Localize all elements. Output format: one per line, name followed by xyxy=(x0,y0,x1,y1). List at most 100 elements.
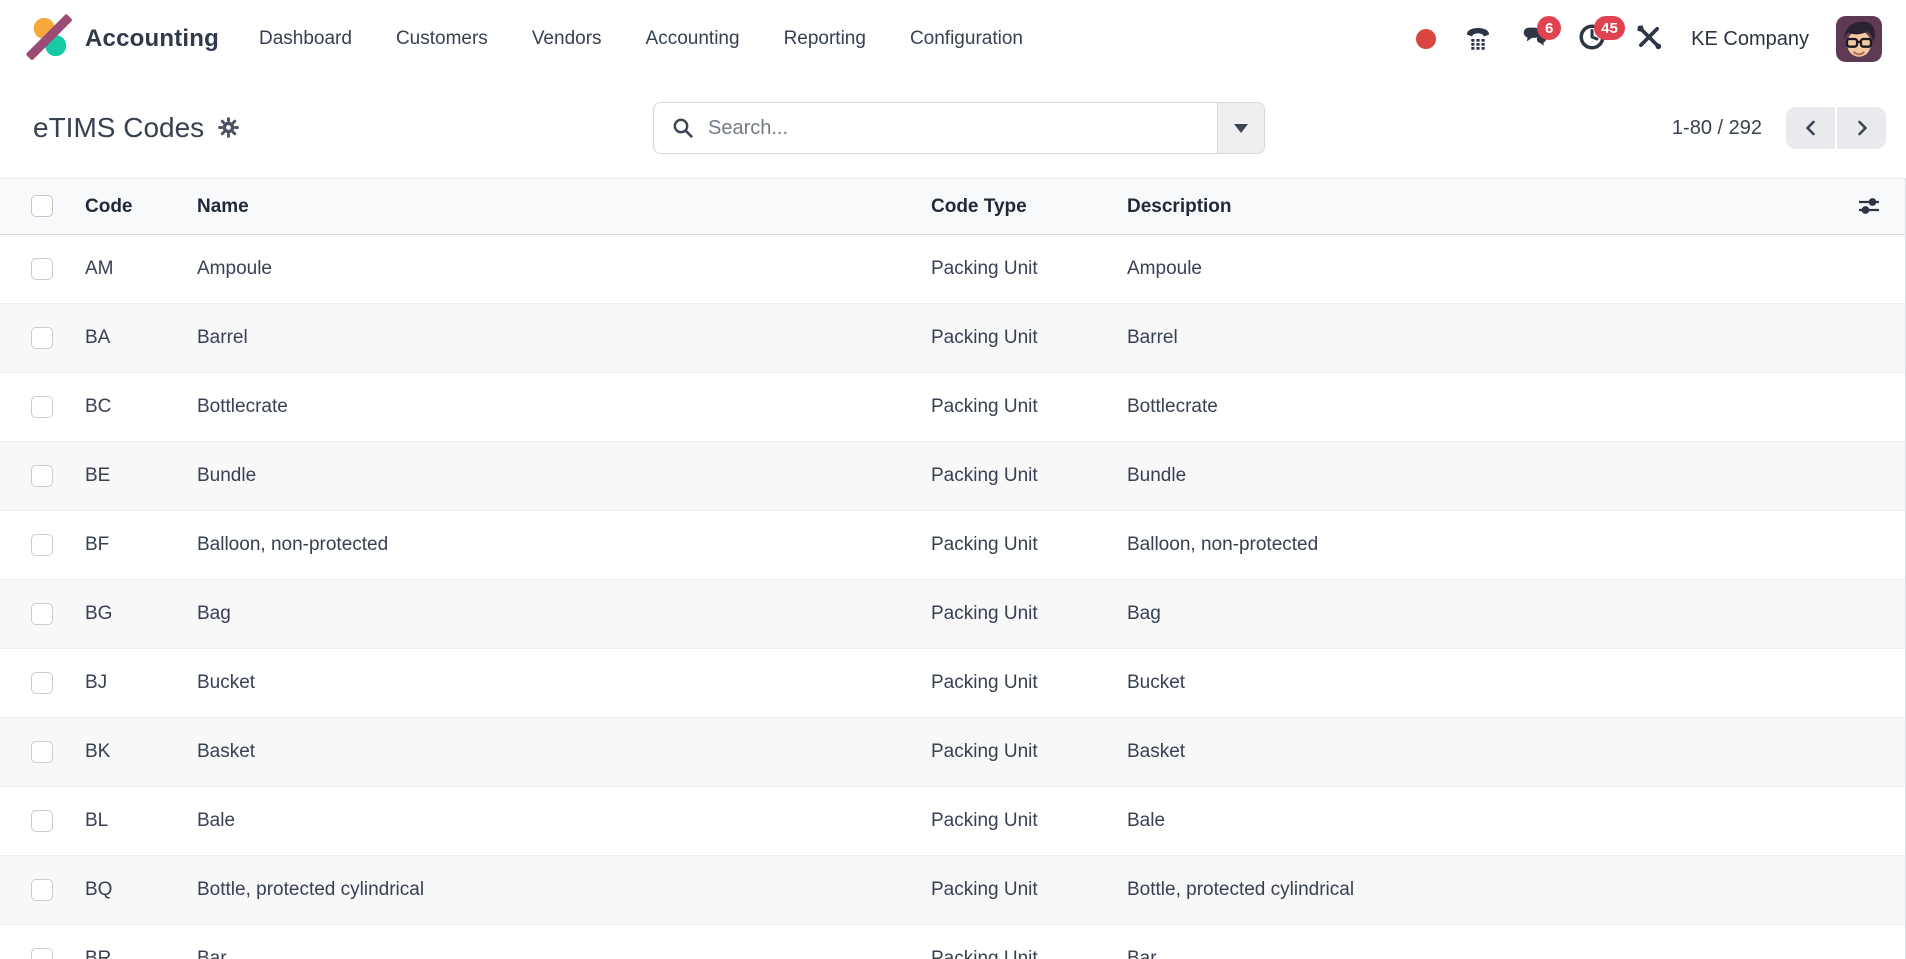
search-options-toggle[interactable] xyxy=(1217,103,1264,153)
cell-description[interactable]: Barrel xyxy=(1127,304,1833,373)
cell-code[interactable]: BE xyxy=(85,442,197,511)
cell-description[interactable]: Bale xyxy=(1127,787,1833,856)
cell-code[interactable]: BC xyxy=(85,373,197,442)
pager-next-button[interactable] xyxy=(1837,107,1886,149)
cell-description[interactable]: Bottle, protected cylindrical xyxy=(1127,856,1833,925)
cell-code[interactable]: BF xyxy=(85,511,197,580)
user-avatar[interactable] xyxy=(1836,16,1882,62)
cell-code[interactable]: BK xyxy=(85,718,197,787)
cell-name[interactable]: Bundle xyxy=(197,442,931,511)
table-row[interactable]: BR Bar Packing Unit Bar xyxy=(0,925,1905,959)
optional-columns-button[interactable] xyxy=(1857,196,1881,216)
cell-name[interactable]: Bottle, protected cylindrical xyxy=(197,856,931,925)
etims-table-body: AM Ampoule Packing Unit Ampoule BA Barre… xyxy=(0,235,1905,959)
cell-description[interactable]: Bundle xyxy=(1127,442,1833,511)
select-all-checkbox[interactable] xyxy=(31,195,53,217)
cell-name[interactable]: Bale xyxy=(197,787,931,856)
cell-code[interactable]: BG xyxy=(85,580,197,649)
table-row[interactable]: BA Barrel Packing Unit Barrel xyxy=(0,304,1905,373)
row-checkbox[interactable] xyxy=(31,327,53,349)
cell-name[interactable]: Bar xyxy=(197,925,931,959)
table-row[interactable]: BQ Bottle, protected cylindrical Packing… xyxy=(0,856,1905,925)
row-checkbox[interactable] xyxy=(31,603,53,625)
phone-icon xyxy=(1463,22,1493,57)
page-title: eTIMS Codes xyxy=(33,112,204,144)
menu-item-configuration[interactable]: Configuration xyxy=(910,28,1023,50)
table-row[interactable]: BC Bottlecrate Packing Unit Bottlecrate xyxy=(0,373,1905,442)
accounting-app-icon xyxy=(26,14,72,65)
menu-item-reporting[interactable]: Reporting xyxy=(784,28,866,50)
cell-name[interactable]: Balloon, non-protected xyxy=(197,511,931,580)
company-switcher[interactable]: KE Company xyxy=(1691,28,1809,51)
tools-button[interactable] xyxy=(1634,24,1664,54)
row-checkbox[interactable] xyxy=(31,534,53,556)
cell-code-type[interactable]: Packing Unit xyxy=(931,373,1127,442)
menu-item-accounting[interactable]: Accounting xyxy=(646,28,740,50)
row-checkbox[interactable] xyxy=(31,948,53,959)
pager-previous-button[interactable] xyxy=(1786,107,1835,149)
table-row[interactable]: BF Balloon, non-protected Packing Unit B… xyxy=(0,511,1905,580)
row-checkbox[interactable] xyxy=(31,879,53,901)
row-checkbox[interactable] xyxy=(31,465,53,487)
messages-button[interactable]: 6 xyxy=(1520,24,1550,54)
row-checkbox[interactable] xyxy=(31,741,53,763)
top-navbar: Accounting Dashboard Customers Vendors A… xyxy=(0,0,1906,78)
cell-code-type[interactable]: Packing Unit xyxy=(931,511,1127,580)
column-header-name[interactable]: Name xyxy=(197,179,931,235)
column-header-description[interactable]: Description xyxy=(1127,179,1833,235)
cell-code-type[interactable]: Packing Unit xyxy=(931,787,1127,856)
table-row[interactable]: BL Bale Packing Unit Bale xyxy=(0,787,1905,856)
cell-name[interactable]: Bucket xyxy=(197,649,931,718)
cell-name[interactable]: Bottlecrate xyxy=(197,373,931,442)
menu-item-vendors[interactable]: Vendors xyxy=(532,28,602,50)
cell-name[interactable]: Barrel xyxy=(197,304,931,373)
row-checkbox[interactable] xyxy=(31,672,53,694)
row-checkbox[interactable] xyxy=(31,810,53,832)
column-header-code[interactable]: Code xyxy=(85,179,197,235)
menu-item-customers[interactable]: Customers xyxy=(396,28,488,50)
cell-code-type[interactable]: Packing Unit xyxy=(931,442,1127,511)
column-header-code-type[interactable]: Code Type xyxy=(931,179,1127,235)
cell-description[interactable]: Balloon, non-protected xyxy=(1127,511,1833,580)
cell-code[interactable]: BJ xyxy=(85,649,197,718)
actions-gear-button[interactable] xyxy=(218,117,239,143)
cell-name[interactable]: Ampoule xyxy=(197,235,931,304)
cell-code[interactable]: BQ xyxy=(85,856,197,925)
cell-description[interactable]: Bucket xyxy=(1127,649,1833,718)
menu-item-dashboard[interactable]: Dashboard xyxy=(259,28,352,50)
table-row[interactable]: BK Basket Packing Unit Basket xyxy=(0,718,1905,787)
cell-description[interactable]: Bottlecrate xyxy=(1127,373,1833,442)
search-input[interactable] xyxy=(708,117,1200,140)
messages-badge: 6 xyxy=(1537,16,1561,40)
cell-description[interactable]: Bag xyxy=(1127,580,1833,649)
table-row[interactable]: BG Bag Packing Unit Bag xyxy=(0,580,1905,649)
cell-code-type[interactable]: Packing Unit xyxy=(931,925,1127,959)
cell-description[interactable]: Basket xyxy=(1127,718,1833,787)
cell-code-type[interactable]: Packing Unit xyxy=(931,649,1127,718)
voip-phone-button[interactable] xyxy=(1463,24,1493,54)
table-row[interactable]: BE Bundle Packing Unit Bundle xyxy=(0,442,1905,511)
cell-code-type[interactable]: Packing Unit xyxy=(931,718,1127,787)
main-menu: Dashboard Customers Vendors Accounting R… xyxy=(259,28,1023,50)
activities-button[interactable]: 45 xyxy=(1577,24,1607,54)
table-row[interactable]: BJ Bucket Packing Unit Bucket xyxy=(0,649,1905,718)
cell-code-type[interactable]: Packing Unit xyxy=(931,235,1127,304)
cell-description[interactable]: Bar xyxy=(1127,925,1833,959)
row-checkbox[interactable] xyxy=(31,258,53,280)
cell-name[interactable]: Bag xyxy=(197,580,931,649)
cell-code-type[interactable]: Packing Unit xyxy=(931,304,1127,373)
cell-code[interactable]: BR xyxy=(85,925,197,959)
table-row[interactable]: AM Ampoule Packing Unit Ampoule xyxy=(0,235,1905,304)
app-switcher[interactable]: Accounting xyxy=(26,14,219,65)
cell-name[interactable]: Basket xyxy=(197,718,931,787)
cell-code[interactable]: AM xyxy=(85,235,197,304)
search-icon xyxy=(671,116,695,140)
pager-range: 1-80 / 292 xyxy=(1672,117,1762,140)
control-panel: eTIMS Codes xyxy=(0,78,1906,178)
cell-code[interactable]: BA xyxy=(85,304,197,373)
row-checkbox[interactable] xyxy=(31,396,53,418)
cell-code-type[interactable]: Packing Unit xyxy=(931,580,1127,649)
cell-description[interactable]: Ampoule xyxy=(1127,235,1833,304)
cell-code-type[interactable]: Packing Unit xyxy=(931,856,1127,925)
cell-code[interactable]: BL xyxy=(85,787,197,856)
